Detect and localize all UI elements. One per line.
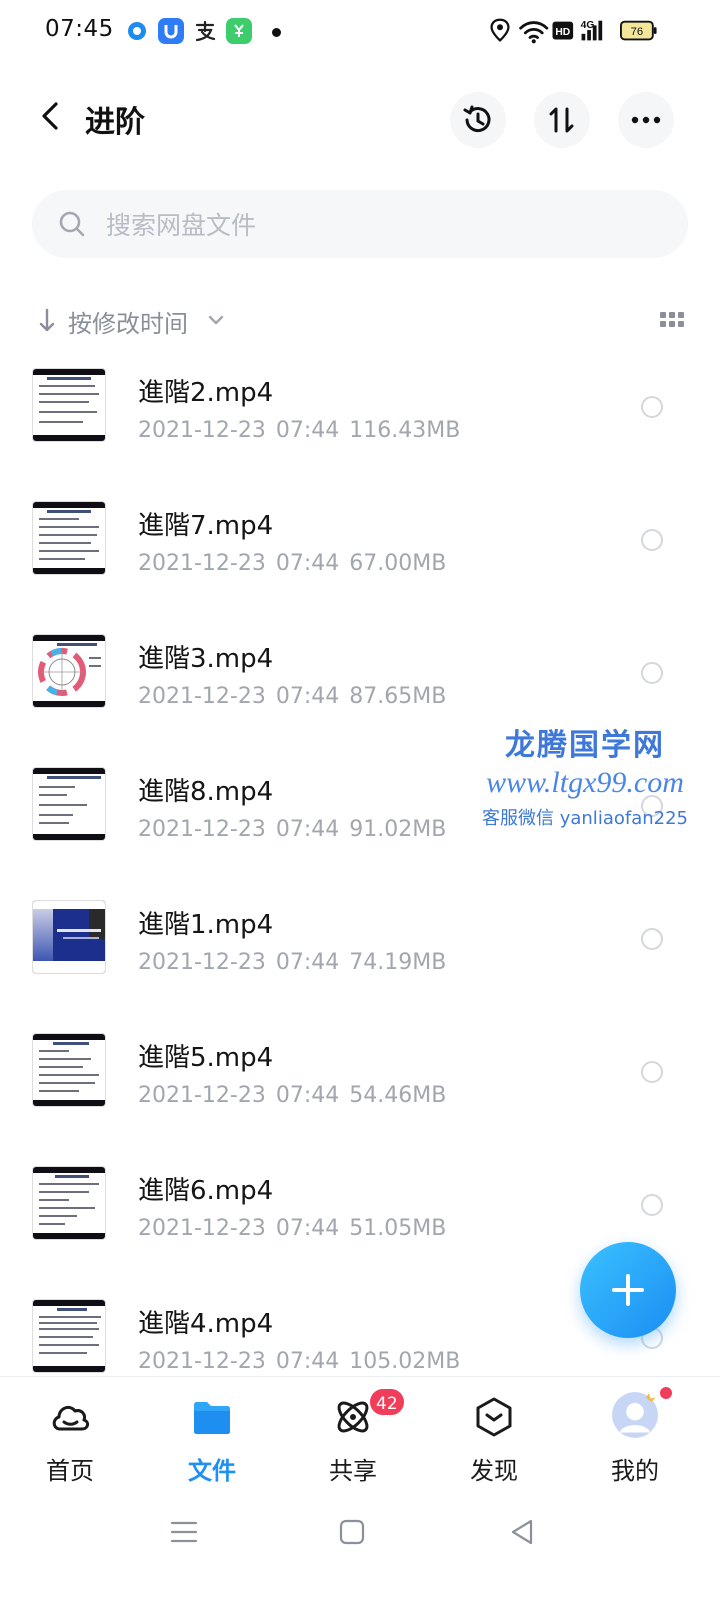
tab-me[interactable]: 我的 [580, 1377, 690, 1501]
video-thumbnail [32, 900, 106, 974]
status-icons: HD 4G 76 [490, 18, 657, 44]
file-name: 進階5.mp4 [138, 1043, 274, 1073]
transfer-icon [549, 107, 574, 133]
notification-dot [272, 28, 281, 37]
tab-discover[interactable]: 发现 [439, 1377, 549, 1501]
select-checkbox[interactable] [641, 396, 663, 418]
location-icon [490, 18, 510, 42]
back-arrow-icon [42, 102, 58, 130]
search-placeholder: 搜索网盘文件 [106, 211, 257, 240]
chevron-down-icon [208, 315, 224, 325]
select-checkbox[interactable] [641, 1061, 663, 1083]
file-meta: 2021-12-23 07:44 54.46MB [138, 1083, 447, 1108]
status-time: 07:45 [45, 16, 114, 42]
svg-text:4G: 4G [581, 20, 595, 31]
tab-share-label: 共享 [329, 1457, 377, 1485]
more-dots-icon [631, 116, 661, 124]
video-thumbnail [32, 1166, 106, 1240]
select-checkbox[interactable] [641, 662, 663, 684]
file-meta: 2021-12-23 07:44 91.02MB [138, 817, 447, 842]
video-thumbnail [32, 1299, 106, 1373]
video-thumbnail [32, 501, 106, 575]
battery-icon: 76 [620, 20, 657, 41]
file-row[interactable]: 進階5.mp4 2021-12-23 07:44 54.46MB [0, 1015, 720, 1135]
bottom-nav: 首页 文件 共享 42 发现 我的 [0, 1376, 720, 1500]
file-name: 進階6.mp4 [138, 1176, 274, 1206]
video-thumbnail [32, 368, 106, 442]
svg-text:76: 76 [631, 26, 644, 38]
home-button[interactable] [332, 1512, 372, 1552]
sort-row: 按修改时间 [36, 300, 686, 340]
file-row[interactable]: 進階7.mp4 2021-12-23 07:44 67.00MB [0, 483, 720, 603]
share-badge: 42 [368, 1387, 406, 1417]
sort-label: 按修改时间 [68, 310, 188, 338]
cloud-icon [52, 1405, 90, 1431]
file-meta: 2021-12-23 07:44 74.19MB [138, 950, 447, 975]
menu-icon [170, 1521, 198, 1543]
back-nav-button[interactable] [502, 1512, 542, 1552]
file-name: 進階8.mp4 [138, 777, 274, 807]
search-input[interactable]: 搜索网盘文件 [32, 190, 688, 258]
signal-4g-icon: 4G [581, 20, 603, 41]
sort-selector[interactable]: 按修改时间 [36, 300, 236, 340]
sort-down-arrow-icon [39, 308, 55, 332]
video-thumbnail [32, 767, 106, 841]
hd-icon: HD [552, 21, 574, 40]
avatar-icon [612, 1392, 658, 1438]
tab-home[interactable]: 首页 [15, 1377, 125, 1501]
video-thumbnail [32, 1033, 106, 1107]
tab-me-label: 我的 [611, 1457, 659, 1485]
search-icon [59, 211, 85, 237]
home-square-icon [339, 1519, 365, 1545]
cube-discover-icon [476, 1397, 512, 1437]
history-button[interactable] [450, 92, 506, 148]
alipay-icon [192, 18, 218, 44]
history-icon [463, 105, 491, 133]
video-thumbnail [32, 634, 106, 708]
tab-discover-label: 发现 [470, 1457, 518, 1485]
folder-icon [194, 1402, 230, 1434]
file-meta: 2021-12-23 07:44 51.05MB [138, 1216, 447, 1241]
more-button[interactable] [618, 92, 674, 148]
system-nav-bar [0, 1500, 720, 1600]
status-bar: 07:45 HD 4G 76 [0, 0, 720, 64]
tab-files-label: 文件 [188, 1457, 236, 1485]
file-row[interactable]: 進階2.mp4 2021-12-23 07:44 116.43MB [0, 350, 720, 470]
file-meta: 2021-12-23 07:44 116.43MB [138, 418, 461, 443]
file-name: 進階1.mp4 [138, 910, 274, 940]
file-row[interactable]: 進階3.mp4 2021-12-23 07:44 87.65MB [0, 616, 720, 736]
wifi-icon [519, 21, 549, 44]
file-row[interactable]: 進階8.mp4 2021-12-23 07:44 91.02MB [0, 749, 720, 869]
grid-view-icon[interactable] [658, 306, 686, 334]
file-meta: 2021-12-23 07:44 105.02MB [138, 1349, 461, 1374]
select-checkbox[interactable] [641, 928, 663, 950]
select-checkbox[interactable] [641, 1194, 663, 1216]
back-button[interactable] [30, 96, 70, 136]
page-title: 进阶 [85, 105, 145, 140]
header: 进阶 [0, 80, 720, 156]
file-meta: 2021-12-23 07:44 67.00MB [138, 551, 447, 576]
u-app-icon [158, 18, 184, 44]
file-name: 進階7.mp4 [138, 511, 274, 541]
file-name: 進階3.mp4 [138, 644, 274, 674]
select-checkbox[interactable] [641, 795, 663, 817]
svg-text:HD: HD [555, 27, 570, 38]
menu-button[interactable] [164, 1512, 204, 1552]
plus-icon [612, 1274, 644, 1306]
select-checkbox[interactable] [641, 529, 663, 551]
file-meta: 2021-12-23 07:44 87.65MB [138, 684, 447, 709]
tab-home-label: 首页 [46, 1457, 94, 1485]
green-app-icon [226, 18, 252, 44]
file-name: 進階2.mp4 [138, 378, 274, 408]
tab-files[interactable]: 文件 [157, 1377, 267, 1501]
transfer-button[interactable] [534, 92, 590, 148]
file-name: 進階4.mp4 [138, 1309, 274, 1339]
blue-dot-app-icon [124, 18, 150, 44]
notification-dot [660, 1387, 672, 1399]
add-button[interactable] [580, 1242, 676, 1338]
file-row[interactable]: 進階1.mp4 2021-12-23 07:44 74.19MB [0, 882, 720, 1002]
back-triangle-icon [511, 1519, 533, 1545]
